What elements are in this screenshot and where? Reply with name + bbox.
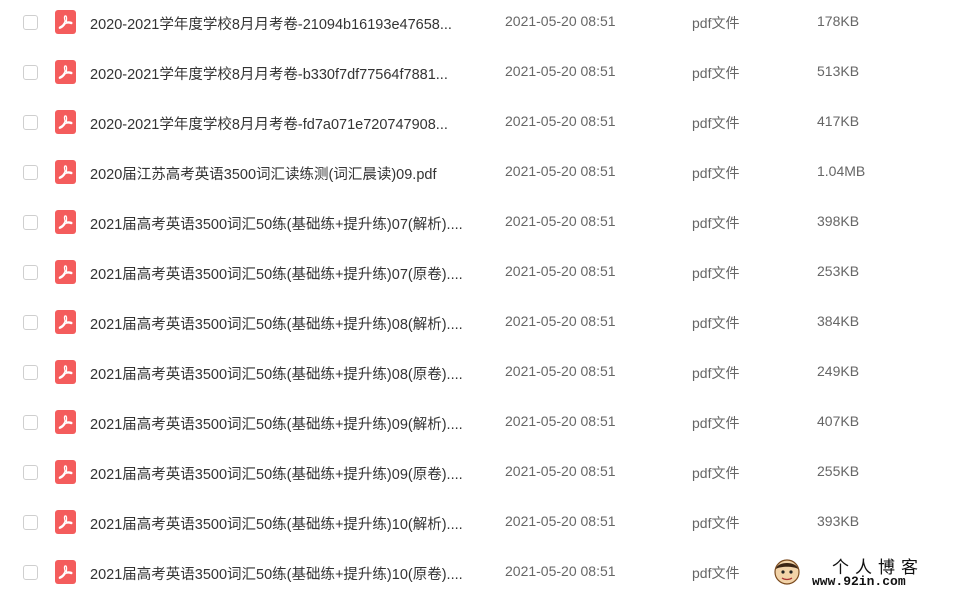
file-name[interactable]: 2021届高考英语3500词汇50练(基础练+提升练)07(原卷)....	[90, 263, 490, 284]
file-name[interactable]: 2021届高考英语3500词汇50练(基础练+提升练)07(解析)....	[90, 213, 490, 234]
file-name[interactable]: 2021届高考英语3500词汇50练(基础练+提升练)10(原卷)....	[90, 563, 490, 584]
file-date: 2021-05-20 08:51	[505, 513, 616, 529]
file-name[interactable]: 2020-2021学年度学校8月月考卷-fd7a071e720747908...	[90, 113, 490, 134]
file-date: 2021-05-20 08:51	[505, 63, 616, 79]
row-checkbox[interactable]	[23, 215, 38, 230]
file-size: 384KB	[817, 313, 860, 329]
file-row[interactable]: 2021届高考英语3500词汇50练(基础练+提升练)08(解析).... 20…	[0, 300, 964, 350]
pdf-icon	[55, 260, 76, 284]
file-size: 255KB	[817, 463, 860, 479]
file-name[interactable]: 2021届高考英语3500词汇50练(基础练+提升练)09(解析)....	[90, 413, 490, 434]
file-row[interactable]: 2020届江苏高考英语3500词汇读练测(词汇晨读)09.pdf 2021-05…	[0, 150, 964, 200]
row-checkbox[interactable]	[23, 115, 38, 130]
file-row[interactable]: 2020-2021学年度学校8月月考卷-fd7a071e720747908...…	[0, 100, 964, 150]
file-date: 2021-05-20 08:51	[505, 113, 616, 129]
file-list: 2020-2021学年度学校8月月考卷-21094b16193e47658...…	[0, 0, 964, 594]
file-type: pdf文件	[692, 115, 740, 131]
file-date: 2021-05-20 08:51	[505, 313, 616, 329]
pdf-icon	[55, 410, 76, 434]
pdf-icon	[55, 310, 76, 334]
file-row[interactable]: 2021届高考英语3500词汇50练(基础练+提升练)07(解析).... 20…	[0, 200, 964, 250]
row-checkbox[interactable]	[23, 65, 38, 80]
file-name[interactable]: 2021届高考英语3500词汇50练(基础练+提升练)08(解析)....	[90, 313, 490, 334]
file-name[interactable]: 2020-2021学年度学校8月月考卷-21094b16193e47658...	[90, 13, 490, 34]
file-size: 398KB	[817, 213, 860, 229]
file-date: 2021-05-20 08:51	[505, 13, 616, 29]
file-row[interactable]: 2021届高考英语3500词汇50练(基础练+提升练)10(解析).... 20…	[0, 500, 964, 550]
file-name[interactable]: 2021届高考英语3500词汇50练(基础练+提升练)08(原卷)....	[90, 363, 490, 384]
file-size: 1.04MB	[817, 163, 866, 179]
pdf-icon	[55, 10, 76, 34]
pdf-icon	[55, 160, 76, 184]
file-size: 417KB	[817, 113, 860, 129]
pdf-icon	[55, 60, 76, 84]
pdf-icon	[55, 210, 76, 234]
watermark: 个人博客 www.92in.com	[770, 553, 960, 591]
file-type: pdf文件	[692, 15, 740, 31]
file-size: 407KB	[817, 413, 860, 429]
file-type: pdf文件	[692, 515, 740, 531]
file-date: 2021-05-20 08:51	[505, 263, 616, 279]
file-row[interactable]: 2020-2021学年度学校8月月考卷-b330f7df77564f7881..…	[0, 50, 964, 100]
file-type: pdf文件	[692, 465, 740, 481]
file-type: pdf文件	[692, 65, 740, 81]
file-date: 2021-05-20 08:51	[505, 563, 616, 579]
row-checkbox[interactable]	[23, 415, 38, 430]
file-name[interactable]: 2020届江苏高考英语3500词汇读练测(词汇晨读)09.pdf	[90, 163, 490, 184]
file-type: pdf文件	[692, 165, 740, 181]
file-type: pdf文件	[692, 415, 740, 431]
file-type: pdf文件	[692, 265, 740, 281]
row-checkbox[interactable]	[23, 15, 38, 30]
row-checkbox[interactable]	[23, 365, 38, 380]
file-size: 178KB	[817, 13, 860, 29]
file-row[interactable]: 2021届高考英语3500词汇50练(基础练+提升练)07(原卷).... 20…	[0, 250, 964, 300]
row-checkbox[interactable]	[23, 465, 38, 480]
pdf-icon	[55, 110, 76, 134]
file-size: 249KB	[817, 363, 860, 379]
row-checkbox[interactable]	[23, 165, 38, 180]
pdf-icon	[55, 510, 76, 534]
row-checkbox[interactable]	[23, 265, 38, 280]
cartoon-face-icon	[774, 559, 800, 585]
file-row[interactable]: 2021届高考英语3500词汇50练(基础练+提升练)08(原卷).... 20…	[0, 350, 964, 400]
file-type: pdf文件	[692, 565, 740, 581]
watermark-url: www.92in.com	[812, 574, 906, 589]
file-size: 393KB	[817, 513, 860, 529]
file-size: 253KB	[817, 263, 860, 279]
file-name[interactable]: 2020-2021学年度学校8月月考卷-b330f7df77564f7881..…	[90, 63, 490, 84]
file-row[interactable]: 2020-2021学年度学校8月月考卷-21094b16193e47658...…	[0, 0, 964, 50]
file-type: pdf文件	[692, 215, 740, 231]
file-name[interactable]: 2021届高考英语3500词汇50练(基础练+提升练)09(原卷)....	[90, 463, 490, 484]
file-date: 2021-05-20 08:51	[505, 413, 616, 429]
file-type: pdf文件	[692, 315, 740, 331]
file-name[interactable]: 2021届高考英语3500词汇50练(基础练+提升练)10(解析)....	[90, 513, 490, 534]
file-date: 2021-05-20 08:51	[505, 463, 616, 479]
file-row[interactable]: 2021届高考英语3500词汇50练(基础练+提升练)09(解析).... 20…	[0, 400, 964, 450]
file-date: 2021-05-20 08:51	[505, 213, 616, 229]
pdf-icon	[55, 460, 76, 484]
file-date: 2021-05-20 08:51	[505, 363, 616, 379]
row-checkbox[interactable]	[23, 515, 38, 530]
file-type: pdf文件	[692, 365, 740, 381]
pdf-icon	[55, 560, 76, 584]
pdf-icon	[55, 360, 76, 384]
row-checkbox[interactable]	[23, 565, 38, 580]
file-size: 513KB	[817, 63, 860, 79]
file-date: 2021-05-20 08:51	[505, 163, 616, 179]
file-row[interactable]: 2021届高考英语3500词汇50练(基础练+提升练)09(原卷).... 20…	[0, 450, 964, 500]
row-checkbox[interactable]	[23, 315, 38, 330]
